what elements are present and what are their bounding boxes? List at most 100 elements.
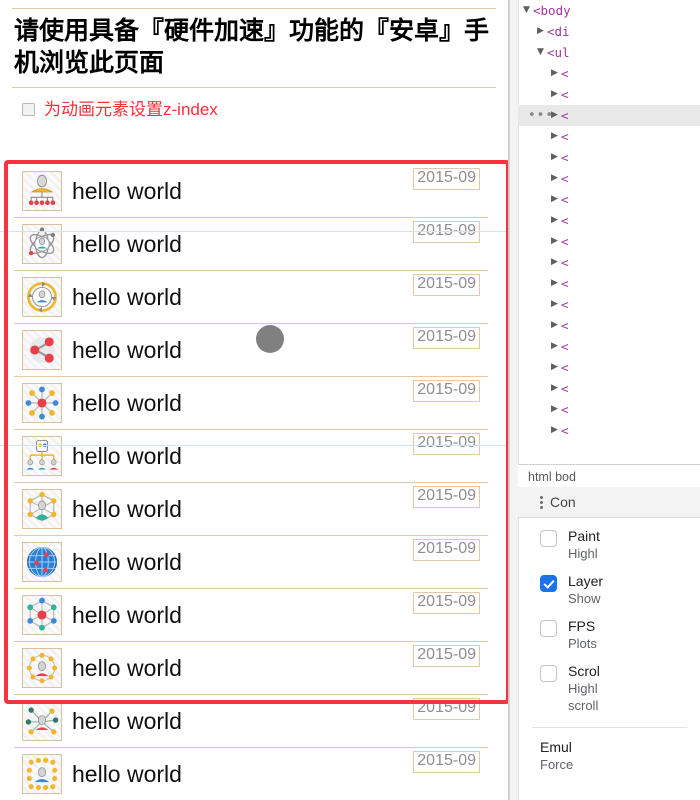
chevron-down-icon[interactable]: ▼ xyxy=(520,6,533,15)
list-item[interactable]: hello world 2015-09 xyxy=(14,430,488,483)
dom-tree-node[interactable]: ▶ < xyxy=(518,84,700,105)
drawer-header[interactable]: Con xyxy=(518,487,700,518)
chevron-right-icon[interactable]: ▶ xyxy=(548,216,561,225)
rendering-option-row[interactable]: Layer Show xyxy=(518,562,700,607)
chevron-right-icon[interactable]: ▶ xyxy=(548,426,561,435)
list-item[interactable]: hello world 2015-09 xyxy=(14,218,488,271)
dom-node-tag: <di xyxy=(547,24,570,39)
rendering-option-sub: Highl xyxy=(568,546,598,561)
elements-tree: ▼ <body ▶ <di ▼ <ul ▶ < ▶ < ••• ▶ < ▶ < ▶ < ▶ < ▶ < ▶ < ▶ < ▶ < ▶ < ▶… xyxy=(518,0,700,441)
dom-node-tag: < xyxy=(561,171,569,186)
chevron-right-icon[interactable]: ▶ xyxy=(548,384,561,393)
org-chart-icon xyxy=(22,436,62,476)
chevron-right-icon[interactable]: ▶ xyxy=(548,363,561,372)
chevron-right-icon[interactable]: ▶ xyxy=(548,195,561,204)
animated-ball xyxy=(256,325,284,353)
list-item[interactable]: hello world 2015-09 xyxy=(14,536,488,589)
hello-world-list: hello world 2015-09 hello world 2015-09 hell… xyxy=(0,165,500,800)
rendering-option-row[interactable]: Scrol Highl scroll xyxy=(518,652,700,714)
rendering-option-text: Scrol Highl scroll xyxy=(568,663,600,714)
dom-node-tag: < xyxy=(561,66,569,81)
dom-tree-node[interactable]: ▶ < xyxy=(518,336,700,357)
node-ellipsis-icon[interactable]: ••• xyxy=(528,108,554,123)
hexagon-network-heart-icon xyxy=(22,489,62,529)
chevron-right-icon[interactable]: ▶ xyxy=(548,300,561,309)
dom-node-tag: < xyxy=(561,297,569,312)
dom-tree-node[interactable]: ▶ < xyxy=(518,147,700,168)
rendering-options: Paint Highl Layer Show FPS Plots Scrol Highl scr… xyxy=(518,517,700,773)
dom-tree-node[interactable]: ▶ < xyxy=(518,252,700,273)
z-index-checkbox[interactable] xyxy=(22,102,35,116)
emulate-media-row[interactable]: Emul Force xyxy=(518,728,700,773)
dom-tree-node[interactable]: ▶ < xyxy=(518,168,700,189)
list-item[interactable]: hello world 2015-09 xyxy=(14,377,488,430)
breadcrumb[interactable]: html bod xyxy=(518,464,700,489)
list-item-title: hello world xyxy=(72,760,182,787)
list-item-title: hello world xyxy=(72,495,182,522)
list-item[interactable]: hello world 2015-09 xyxy=(14,748,488,800)
dom-tree-node[interactable]: ▶ < xyxy=(518,126,700,147)
chevron-right-icon[interactable]: ▶ xyxy=(548,69,561,78)
dom-tree-node[interactable]: ▶ < xyxy=(518,420,700,441)
list-item-date: 2015-09 xyxy=(413,698,480,720)
list-item[interactable]: hello world 2015-09 xyxy=(14,165,488,218)
list-item[interactable]: hello world 2015-09 xyxy=(14,642,488,695)
dom-tree-node[interactable]: ▶ < xyxy=(518,210,700,231)
rendering-option-row[interactable]: FPS Plots xyxy=(518,607,700,652)
chevron-right-icon[interactable]: ▶ xyxy=(548,258,561,267)
list-item[interactable]: hello world 2015-09 xyxy=(14,589,488,642)
devtools-panel: ▼ <body ▶ <di ▼ <ul ▶ < ▶ < ••• ▶ < ▶ < ▶ < ▶ < ▶ < ▶ < ▶ < ▶ < ▶ < ▶… xyxy=(509,0,700,800)
rendering-option-row[interactable]: Paint Highl xyxy=(518,517,700,562)
chevron-right-icon[interactable]: ▶ xyxy=(548,132,561,141)
list-item-date: 2015-09 xyxy=(413,274,480,296)
dom-tree-node[interactable]: ▶ < xyxy=(518,294,700,315)
chevron-right-icon[interactable]: ▶ xyxy=(534,27,547,36)
chevron-right-icon[interactable]: ▶ xyxy=(548,237,561,246)
dom-tree-node[interactable]: ▶ < xyxy=(518,273,700,294)
chevron-right-icon[interactable]: ▶ xyxy=(548,405,561,414)
rendering-option-label: FPS xyxy=(568,618,596,634)
list-item[interactable]: hello world 2015-09 xyxy=(14,483,488,536)
rendering-option-checkbox[interactable] xyxy=(540,530,557,547)
dom-node-tag: < xyxy=(561,339,569,354)
dom-tree-node[interactable]: ▶ < xyxy=(518,231,700,252)
atom-person-icon xyxy=(22,224,62,264)
chevron-right-icon[interactable]: ▶ xyxy=(548,279,561,288)
rendering-option-checkbox[interactable] xyxy=(540,665,557,682)
chevron-right-icon[interactable]: ▶ xyxy=(548,321,561,330)
list-item[interactable]: hello world 2015-09 xyxy=(14,324,488,377)
dom-tree-node[interactable]: ▶ < xyxy=(518,399,700,420)
dom-node-tag: < xyxy=(561,213,569,228)
dom-tree-node[interactable]: ▶ < xyxy=(518,378,700,399)
chevron-down-icon[interactable]: ▼ xyxy=(534,48,547,57)
rendering-option-text: Layer Show xyxy=(568,573,603,607)
dom-tree-node[interactable]: ▶ < xyxy=(518,63,700,84)
z-index-option-row[interactable]: 为动画元素设置z-index xyxy=(22,98,508,120)
rendering-option-checkbox[interactable] xyxy=(540,620,557,637)
person-circle-cycle-icon xyxy=(22,277,62,317)
dom-tree-node[interactable]: ▶ <di xyxy=(518,21,700,42)
rendering-option-sub: scroll xyxy=(568,698,599,713)
hexagon-node-red-icon xyxy=(22,595,62,635)
list-item-title: hello world xyxy=(72,230,182,257)
rendering-option-label: Scrol xyxy=(568,663,600,679)
dom-tree-node[interactable]: ▼ <ul xyxy=(518,42,700,63)
dom-tree-node[interactable]: ▶ < xyxy=(518,357,700,378)
list-item-date: 2015-09 xyxy=(413,645,480,667)
rendering-option-checkbox[interactable] xyxy=(540,575,557,592)
dom-tree-node[interactable]: ••• ▶ < xyxy=(518,105,700,126)
list-item-date: 2015-09 xyxy=(413,751,480,773)
chevron-right-icon[interactable]: ▶ xyxy=(548,342,561,351)
dom-tree-node[interactable]: ▶ < xyxy=(518,189,700,210)
chevron-right-icon[interactable]: ▶ xyxy=(548,153,561,162)
list-item-title: hello world xyxy=(72,707,182,734)
list-item[interactable]: hello world 2015-09 xyxy=(14,271,488,324)
list-item[interactable]: hello world 2015-09 xyxy=(14,695,488,748)
chevron-right-icon[interactable]: ▶ xyxy=(548,174,561,183)
list-item-date: 2015-09 xyxy=(413,327,480,349)
dom-tree-node[interactable]: ▼ <body xyxy=(518,0,700,21)
chevron-right-icon[interactable]: ▶ xyxy=(548,90,561,99)
dom-tree-node[interactable]: ▶ < xyxy=(518,315,700,336)
more-options-icon[interactable] xyxy=(532,495,550,509)
dom-node-tag: < xyxy=(561,276,569,291)
